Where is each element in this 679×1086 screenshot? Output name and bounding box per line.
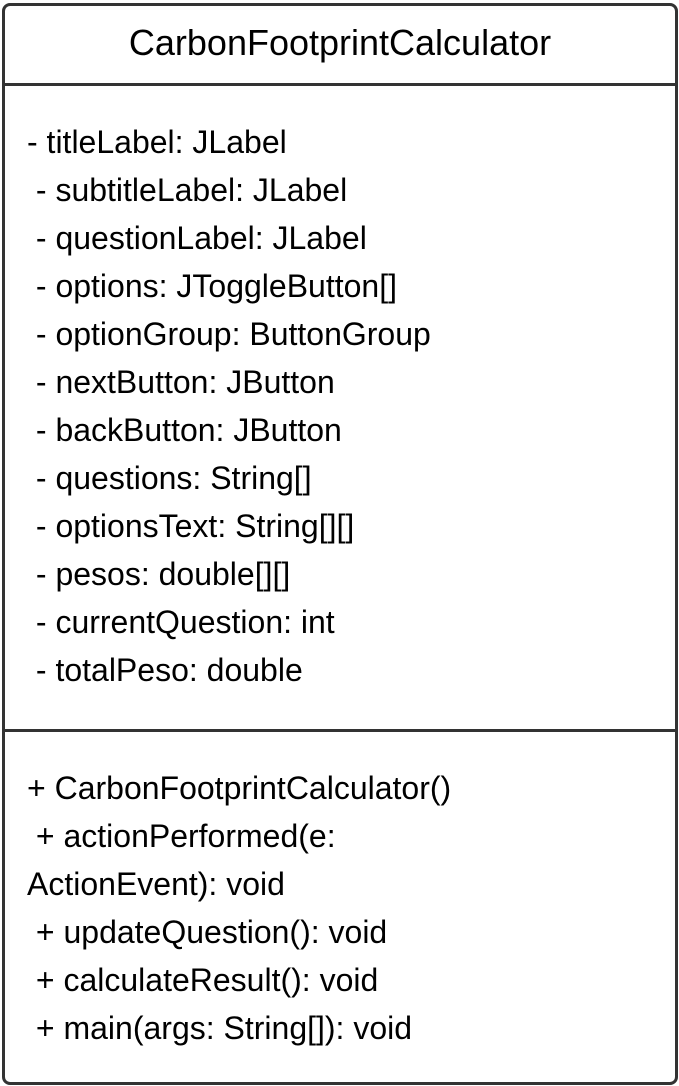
operation-line: + calculateResult(): void	[27, 962, 379, 998]
operation-line: ActionEvent): void	[27, 866, 285, 902]
attribute-line: - questionLabel: JLabel	[27, 220, 367, 256]
operations-divider	[5, 729, 675, 732]
attribute-line: - backButton: JButton	[27, 412, 342, 448]
attribute-line: - options: JToggleButton[]	[27, 268, 397, 304]
attribute-line: - pesos: double[][]	[27, 556, 291, 592]
attributes-compartment: - titleLabel: JLabel - subtitleLabel: JL…	[27, 118, 675, 694]
attribute-line: - totalPeso: double	[27, 652, 303, 688]
attribute-line: - subtitleLabel: JLabel	[27, 172, 348, 208]
attribute-line: - questions: String[]	[27, 460, 312, 496]
attribute-line: - nextButton: JButton	[27, 364, 335, 400]
uml-class-box: CarbonFootprintCalculator - titleLabel: …	[2, 3, 678, 1085]
class-name: CarbonFootprintCalculator	[128, 21, 552, 63]
operation-line: + CarbonFootprintCalculator()	[27, 770, 452, 806]
operation-line: + updateQuestion(): void	[27, 914, 388, 950]
attributes-divider	[5, 83, 675, 86]
attribute-line: - optionGroup: ButtonGroup	[27, 316, 431, 352]
operations-compartment: + CarbonFootprintCalculator() + actionPe…	[27, 764, 675, 1052]
attribute-line: - optionsText: String[][]	[27, 508, 355, 544]
operation-line: + actionPerformed(e:	[27, 818, 336, 854]
class-name-compartment: CarbonFootprintCalculator	[5, 6, 675, 83]
operation-line: + main(args: String[]): void	[27, 1010, 413, 1046]
attribute-line: - currentQuestion: int	[27, 604, 335, 640]
attribute-line: - titleLabel: JLabel	[27, 124, 287, 160]
